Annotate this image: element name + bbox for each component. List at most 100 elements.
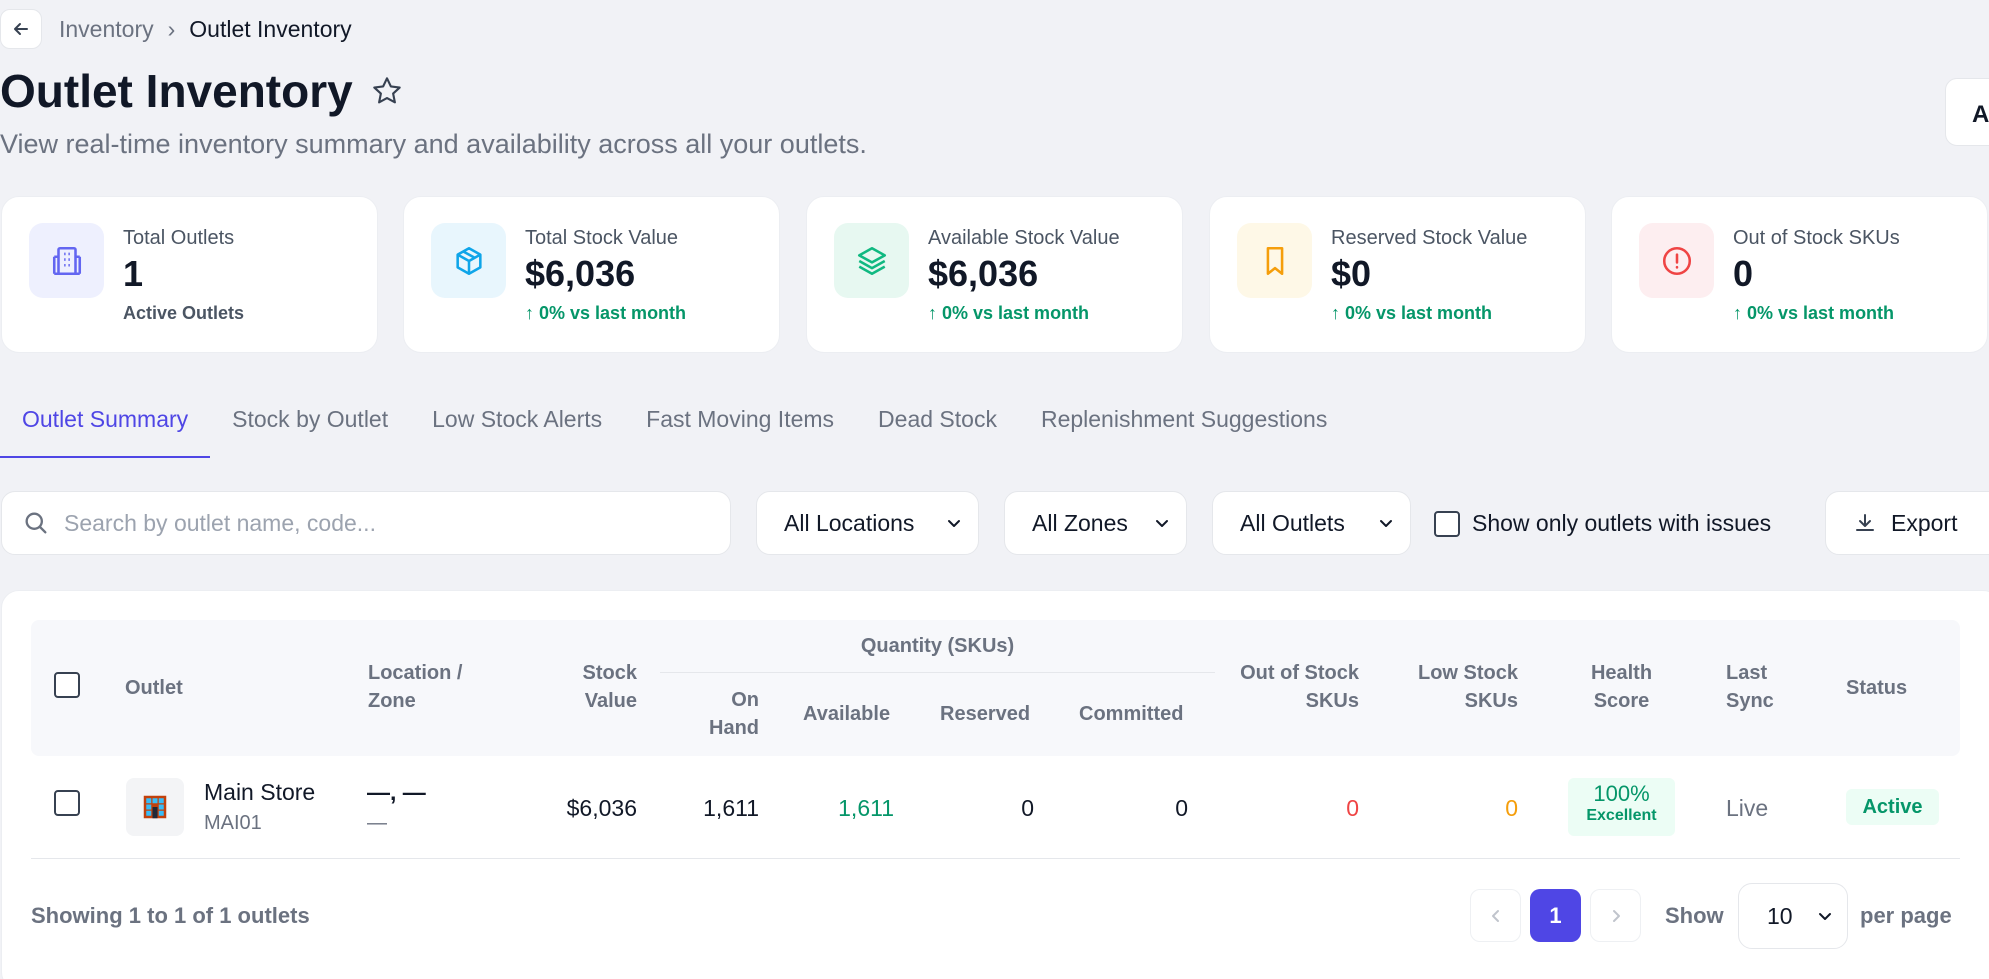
stat-value: 0 — [1733, 253, 1754, 294]
stat-label: Total Stock Value — [525, 227, 679, 249]
issues-only-label: Show only outlets with issues — [1472, 510, 1772, 536]
search-box[interactable] — [1, 491, 731, 555]
header-location[interactable]: Location / Zone — [368, 659, 462, 715]
arrow-left-icon — [14, 23, 28, 35]
header-sync-line-2: Sync — [1726, 690, 1774, 712]
stat-trend: ↑ 0% vs last month — [525, 303, 687, 323]
header-reserved[interactable]: Reserved — [940, 700, 1030, 728]
tab-low-stock-alerts[interactable]: Low Stock Alerts — [410, 390, 624, 458]
stat-label: Out of Stock SKUs — [1733, 227, 1900, 249]
breadcrumb-parent[interactable]: Inventory — [59, 16, 154, 43]
bookmark-icon — [1237, 223, 1312, 298]
star-icon[interactable] — [371, 75, 403, 107]
stat-card-out-of-stock-skus: Out of Stock SKUs 0 ↑ 0% vs last month — [1611, 196, 1988, 353]
chevron-down-icon — [1380, 520, 1392, 527]
health-score-pct: 100% — [1593, 781, 1650, 806]
stat-card-total-stock-value: Total Stock Value $6,036 ↑ 0% vs last mo… — [403, 196, 780, 353]
available-cell: 1,611 — [838, 795, 894, 821]
on-hand-cell: 1,611 — [703, 795, 759, 821]
alert-icon — [1639, 223, 1714, 298]
reserved-cell: 0 — [1021, 795, 1034, 821]
page-button-1[interactable]: 1 — [1530, 889, 1581, 942]
outlet-name[interactable]: Main Store — [204, 779, 315, 806]
outlet-zone: — — [367, 812, 387, 834]
search-input[interactable] — [64, 509, 684, 537]
breadcrumb-separator: › — [167, 16, 176, 42]
header-last-sync[interactable]: Last Sync — [1726, 659, 1774, 715]
status-badge: Active — [1846, 789, 1939, 825]
zones-select-value: All Zones — [1032, 509, 1128, 536]
tab-stock-by-outlet[interactable]: Stock by Outlet — [210, 390, 410, 458]
back-button[interactable] — [0, 9, 42, 49]
header-available[interactable]: Available — [803, 700, 890, 728]
box-icon — [431, 223, 506, 298]
header-quantity-group: Quantity (SKUs) — [860, 635, 1015, 657]
store-icon — [126, 778, 184, 836]
header-health-score[interactable]: Health Score — [1570, 659, 1673, 715]
chevron-down-icon — [1156, 520, 1168, 527]
outlets-select[interactable]: All Outlets — [1212, 491, 1411, 555]
stock-value-cell: $6,036 — [566, 795, 637, 821]
outlet-code: MAI01 — [204, 812, 262, 834]
export-label: Export — [1891, 509, 1958, 536]
zones-select[interactable]: All Zones — [1004, 491, 1187, 555]
per-page-label: per page — [1860, 903, 1952, 928]
show-label: Show — [1665, 903, 1724, 928]
tab-dead-stock[interactable]: Dead Stock — [856, 390, 1019, 458]
chevron-down-icon — [1819, 913, 1831, 920]
issues-only-checkbox[interactable] — [1434, 510, 1460, 537]
search-icon — [25, 512, 47, 534]
stat-trend: ↑ 0% vs last month — [928, 303, 1090, 323]
stat-value: $6,036 — [525, 253, 636, 294]
prev-page-button[interactable] — [1470, 889, 1521, 942]
per-page-select[interactable]: 10 — [1738, 883, 1848, 949]
health-score-badge: 100% Excellent — [1568, 778, 1675, 836]
issues-only-toggle[interactable]: Show only outlets with issues — [1434, 510, 1771, 537]
tab-replenishment-suggestions[interactable]: Replenishment Suggestions — [1019, 390, 1349, 458]
download-icon — [1856, 514, 1874, 531]
header-on-hand[interactable]: On Hand — [660, 686, 759, 742]
building-icon — [29, 223, 104, 298]
out-of-stock-cell: 0 — [1346, 795, 1359, 821]
row-checkbox[interactable] — [54, 790, 80, 816]
stat-label: Reserved Stock Value — [1331, 227, 1528, 249]
header-low-stock[interactable]: Low Stock SKUs — [1400, 659, 1518, 715]
header-stock-line-2: Value — [584, 690, 637, 712]
page-title-row: Outlet Inventory — [0, 64, 403, 118]
stat-trend: ↑ 0% vs last month — [1331, 303, 1493, 323]
next-page-button[interactable] — [1590, 889, 1641, 942]
chevron-down-icon — [948, 520, 960, 527]
header-status[interactable]: Status — [1846, 674, 1907, 702]
page-subtitle: View real-time inventory summary and ava… — [0, 129, 867, 159]
header-outlet[interactable]: Outlet — [125, 674, 183, 702]
row-divider — [31, 858, 1960, 859]
header-stock-value[interactable]: Stock Value — [520, 659, 637, 715]
header-group-divider — [660, 672, 1215, 673]
committed-cell: 0 — [1175, 795, 1188, 821]
header-out-of-stock[interactable]: Out of Stock SKUs — [1220, 659, 1359, 715]
stat-value: $0 — [1331, 253, 1372, 294]
stat-value: 1 — [123, 253, 144, 294]
header-committed[interactable]: Committed — [1079, 700, 1183, 728]
header-location-line-1: Location / — [368, 662, 463, 684]
breadcrumb-current: Outlet Inventory — [189, 16, 352, 42]
stat-card-available-stock-value: Available Stock Value $6,036 ↑ 0% vs las… — [806, 196, 1183, 353]
header-action-button[interactable]: A — [1945, 78, 1989, 146]
header-health-line-1: Health — [1590, 662, 1653, 684]
export-button[interactable]: Export — [1825, 491, 1989, 555]
tab-outlet-summary[interactable]: Outlet Summary — [0, 390, 211, 458]
outlets-select-value: All Outlets — [1240, 509, 1345, 536]
select-all-checkbox[interactable] — [54, 672, 80, 698]
chevron-left-icon — [1491, 909, 1499, 922]
locations-select-value: All Locations — [784, 509, 915, 536]
stat-card-total-outlets: Total Outlets 1 Active Outlets — [1, 196, 378, 353]
stat-label: Total Outlets — [123, 227, 235, 249]
header-stock-line-1: Stock — [582, 662, 637, 684]
showing-summary: Showing 1 to 1 of 1 outlets — [31, 903, 310, 928]
per-page-value: 10 — [1767, 902, 1793, 929]
stat-value: $6,036 — [928, 253, 1039, 294]
chevron-right-icon — [1612, 909, 1620, 922]
tab-fast-moving-items[interactable]: Fast Moving Items — [624, 390, 856, 458]
page-title: Outlet Inventory — [0, 65, 353, 117]
locations-select[interactable]: All Locations — [756, 491, 979, 555]
